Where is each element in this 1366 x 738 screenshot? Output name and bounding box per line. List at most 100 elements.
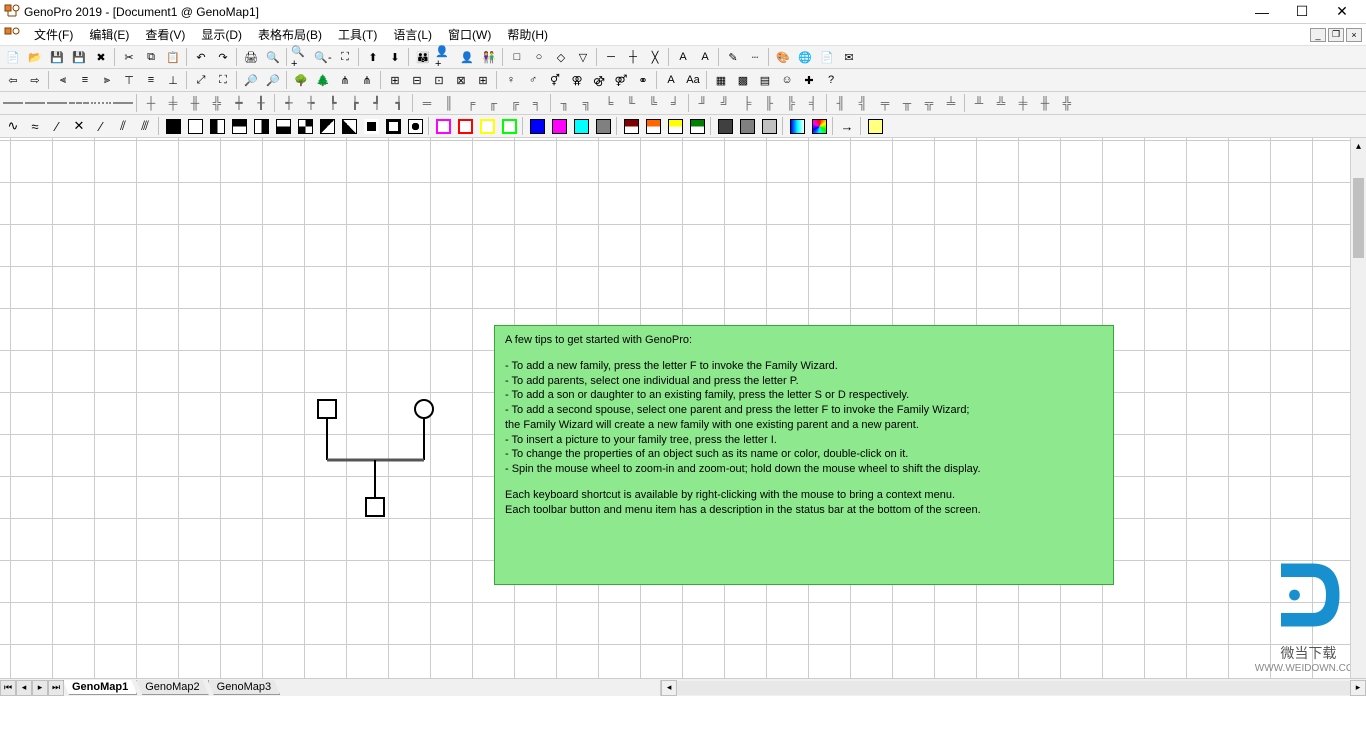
horizontal-scrollbar[interactable]: ◂ ▸ [660, 680, 1366, 696]
tree2-icon[interactable]: 🌲 [312, 70, 334, 90]
person-icon[interactable]: 👤 [456, 47, 478, 67]
tree3-icon[interactable]: ⋔ [334, 70, 356, 90]
fill-pattern-10-icon[interactable] [382, 116, 404, 136]
g1-icon[interactable]: ⊞ [384, 70, 406, 90]
line-style-4-icon[interactable] [90, 93, 112, 113]
child-icon[interactable]: ▽ [572, 47, 594, 67]
close-button[interactable]: ✕ [1322, 1, 1362, 23]
new-doc-icon[interactable]: 📄 [2, 47, 24, 67]
p2-icon[interactable]: ♂ [522, 70, 544, 90]
connector-28-icon[interactable]: ╠ [780, 93, 802, 113]
female-symbol[interactable] [415, 400, 433, 418]
p6-icon[interactable]: ⚤ [610, 70, 632, 90]
line-style-5-icon[interactable] [112, 93, 134, 113]
connector-37-icon[interactable]: ╩ [990, 93, 1012, 113]
menu-view[interactable]: 查看(V) [137, 24, 193, 45]
minimize-button[interactable]: — [1242, 1, 1282, 23]
fill-pattern-6-icon[interactable] [294, 116, 316, 136]
border-color-2-icon[interactable] [476, 116, 498, 136]
fit-icon[interactable]: ⛶ [212, 70, 234, 90]
back-icon[interactable]: ⇦ [2, 70, 24, 90]
gray-0-icon[interactable] [714, 116, 736, 136]
menu-file[interactable]: 文件(F) [26, 24, 81, 45]
wave-3-icon[interactable]: ✕ [68, 116, 90, 136]
text-aa-icon[interactable]: Aa [682, 70, 704, 90]
line-style-1-icon[interactable] [24, 93, 46, 113]
dash-icon[interactable]: ┈ [744, 47, 766, 67]
sheet-tab[interactable]: GenoMap3 [208, 680, 280, 695]
menu-display[interactable]: 显示(D) [193, 24, 250, 45]
fill-pattern-4-icon[interactable] [250, 116, 272, 136]
family-tree-diagram[interactable] [316, 398, 456, 538]
fill-pattern-7-icon[interactable] [316, 116, 338, 136]
cut-icon[interactable]: ✂ [118, 47, 140, 67]
wave-4-icon[interactable]: ⁄ [90, 116, 112, 136]
tab-next[interactable]: ▸ [32, 680, 48, 696]
print-icon[interactable]: 🖨 [240, 47, 262, 67]
connector-7-icon[interactable]: ┾ [300, 93, 322, 113]
fill-pattern-1-icon[interactable] [184, 116, 206, 136]
connector-29-icon[interactable]: ╡ [802, 93, 824, 113]
align-c-icon[interactable]: ≡ [74, 70, 96, 90]
connector-32-icon[interactable]: ╤ [874, 93, 896, 113]
align-m-icon[interactable]: ≡ [140, 70, 162, 90]
person-add-icon[interactable]: 👤+ [434, 47, 456, 67]
connector-19-icon[interactable]: ╗ [576, 93, 598, 113]
link1-icon[interactable]: ─ [600, 47, 622, 67]
maximize-button[interactable]: ☐ [1282, 1, 1322, 23]
menu-tools[interactable]: 工具(T) [330, 24, 385, 45]
mail-icon[interactable]: ✉ [838, 47, 860, 67]
fill-pattern-8-icon[interactable] [338, 116, 360, 136]
save-icon[interactable]: 💾 [46, 47, 68, 67]
connector-9-icon[interactable]: ┢ [344, 93, 366, 113]
tab-last[interactable]: ⏭ [48, 680, 64, 696]
wand-icon[interactable]: ✎ [722, 47, 744, 67]
half-fill-1-icon[interactable] [642, 116, 664, 136]
tips-box[interactable]: A few tips to get started with GenoPro: … [494, 325, 1114, 585]
connector-26-icon[interactable]: ╞ [736, 93, 758, 113]
gradient-icon[interactable] [786, 116, 808, 136]
fill-pattern-2-icon[interactable] [206, 116, 228, 136]
scroll-right-icon[interactable]: ▸ [1350, 680, 1366, 696]
align-l-icon[interactable]: ⫷ [52, 70, 74, 90]
copy-icon[interactable]: ⧉ [140, 47, 162, 67]
align-r-icon[interactable]: ⫸ [96, 70, 118, 90]
link2-icon[interactable]: ┼ [622, 47, 644, 67]
close-icon[interactable]: ✖ [90, 47, 112, 67]
connector-6-icon[interactable]: ┽ [278, 93, 300, 113]
connector-40-icon[interactable]: ╬ [1056, 93, 1078, 113]
sheet-tab[interactable]: GenoMap1 [63, 680, 137, 695]
connector-27-icon[interactable]: ╟ [758, 93, 780, 113]
connector-15-icon[interactable]: ╓ [482, 93, 504, 113]
text-a-icon[interactable]: A [694, 47, 716, 67]
text-a-icon[interactable]: A [660, 70, 682, 90]
menu-help[interactable]: 帮助(H) [499, 24, 556, 45]
border-color-3-icon[interactable] [498, 116, 520, 136]
connector-35-icon[interactable]: ╧ [940, 93, 962, 113]
forward-icon[interactable]: ⇨ [24, 70, 46, 90]
connector-39-icon[interactable]: ╫ [1034, 93, 1056, 113]
connector-11-icon[interactable]: ┪ [388, 93, 410, 113]
connector-0-icon[interactable]: ┼ [140, 93, 162, 113]
connector-12-icon[interactable]: ═ [416, 93, 438, 113]
g5-icon[interactable]: ⊞ [472, 70, 494, 90]
male-icon[interactable]: □ [506, 47, 528, 67]
child-symbol[interactable] [366, 498, 384, 516]
zoom-out-icon[interactable]: 🔍- [312, 47, 334, 67]
connector-10-icon[interactable]: ┩ [366, 93, 388, 113]
multi-color-icon[interactable] [808, 116, 830, 136]
zoom-in-icon[interactable]: 🔍+ [290, 47, 312, 67]
fill-color-1-icon[interactable] [548, 116, 570, 136]
sheet-tab[interactable]: GenoMap2 [136, 680, 208, 695]
tab-first[interactable]: ⏮ [0, 680, 16, 696]
resize-icon[interactable]: ⤢ [190, 70, 212, 90]
grid3-icon[interactable]: ▤ [754, 70, 776, 90]
menu-edit[interactable]: 编辑(E) [81, 24, 137, 45]
save-all-icon[interactable]: 💾 [68, 47, 90, 67]
p3-icon[interactable]: ⚥ [544, 70, 566, 90]
female-icon[interactable]: ○ [528, 47, 550, 67]
connector-5-icon[interactable]: ╂ [250, 93, 272, 113]
zoom2-icon[interactable]: 🔎 [262, 70, 284, 90]
gray-1-icon[interactable] [736, 116, 758, 136]
family-icon[interactable]: 👪 [412, 47, 434, 67]
